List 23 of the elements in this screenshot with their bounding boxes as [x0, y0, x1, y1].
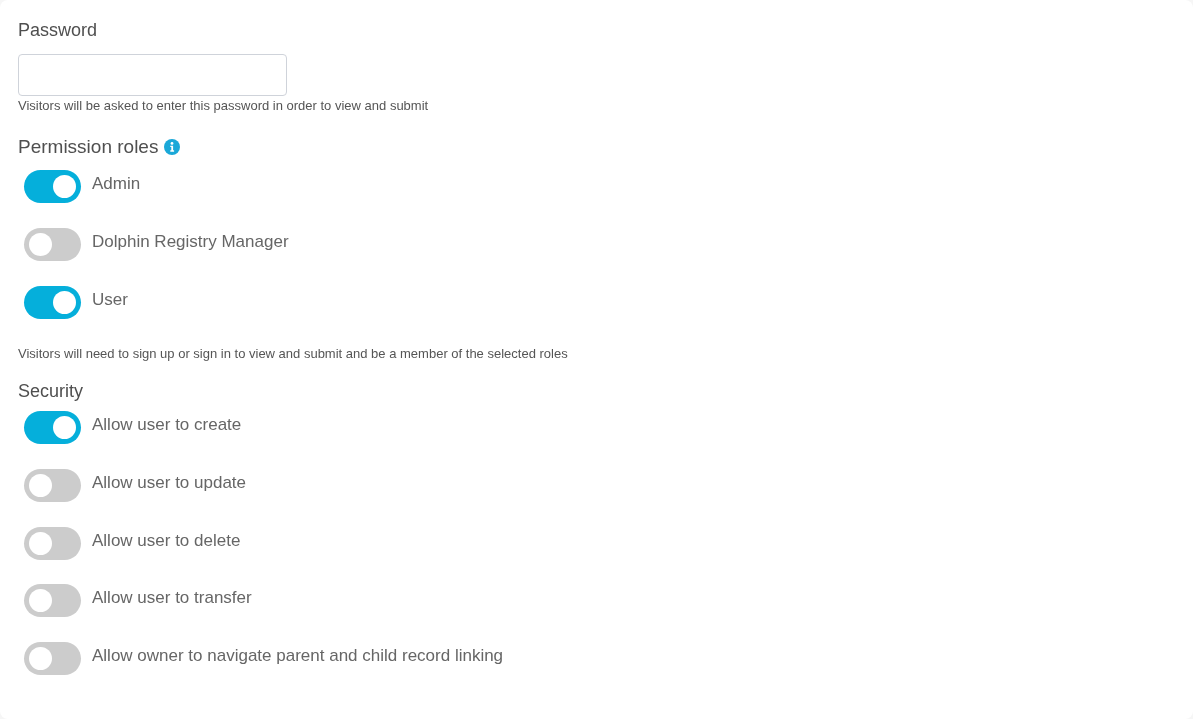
toggle-switch[interactable]	[24, 642, 81, 675]
toggle-switch[interactable]	[24, 170, 81, 203]
toggle-switch[interactable]	[24, 228, 81, 261]
toggle-switch[interactable]	[24, 411, 81, 444]
section-title: Permission roles	[18, 135, 159, 159]
toggle-label: Allow owner to navigate parent and child record linking	[92, 645, 504, 667]
toggle-label: Allow user to transfer	[92, 587, 252, 610]
toggle-label: User	[92, 289, 128, 311]
toggle-label: Admin	[92, 173, 141, 195]
toggle-label: Allow user to update	[92, 471, 247, 494]
password-field[interactable]	[18, 54, 287, 96]
help-text: Visitors will be asked to enter this password in order to view and submit	[18, 97, 430, 115]
toggle-switch[interactable]	[24, 526, 81, 560]
section-title: Security	[18, 380, 85, 403]
field-label: Password	[18, 19, 99, 42]
toggle-label: Allow user to delete	[92, 529, 241, 552]
help-text: Visitors will need to sign up or sign in to view and submit and be a member of the selected roles	[18, 345, 569, 363]
info-icon[interactable]	[164, 139, 181, 155]
toggle-label: Dolphin Registry Manager	[92, 231, 289, 253]
toggle-label: Allow user to create	[92, 414, 242, 436]
toggle-switch[interactable]	[24, 286, 81, 319]
toggle-switch[interactable]	[24, 584, 81, 618]
toggle-switch[interactable]	[24, 468, 81, 502]
